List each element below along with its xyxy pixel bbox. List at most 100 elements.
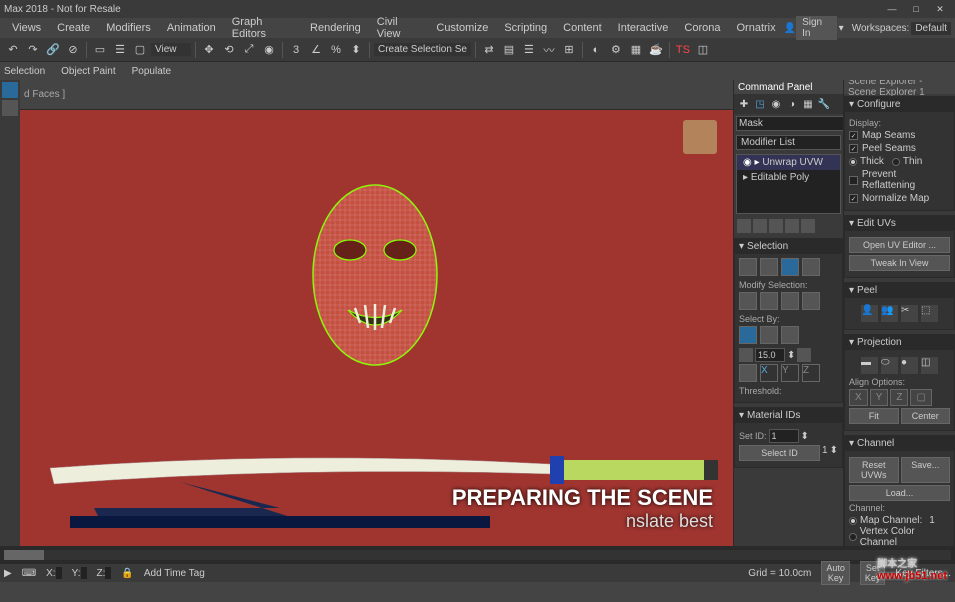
peel-icon-2[interactable]: 👥 xyxy=(881,305,898,322)
axis-y-icon[interactable]: Y xyxy=(781,364,799,382)
mapchannel-radio[interactable] xyxy=(849,517,857,525)
reset-uvw-button[interactable]: Reset UVWs xyxy=(849,457,899,483)
create-tab-icon[interactable]: ✚ xyxy=(737,97,751,111)
chevron-icon[interactable]: ▾ xyxy=(739,241,744,252)
hierarchy-tab-icon[interactable]: ◉ xyxy=(769,97,783,111)
chevron-icon[interactable]: ▾ xyxy=(849,285,854,296)
open-uv-editor-button[interactable]: Open UV Editor ... xyxy=(849,237,950,253)
peelseams-checkbox[interactable]: ✓ xyxy=(849,144,858,153)
chevron-icon[interactable]: ▾ xyxy=(849,337,854,348)
mask-mesh[interactable] xyxy=(300,180,450,380)
ts-icon[interactable]: TS xyxy=(674,41,692,59)
motion-tab-icon[interactable]: ◑ xyxy=(785,97,799,111)
mapseams-checkbox[interactable]: ✓ xyxy=(849,131,858,140)
align-y[interactable]: Y xyxy=(870,389,889,406)
align-x[interactable]: X xyxy=(849,389,868,406)
cyl-proj-icon[interactable]: ⬭ xyxy=(881,357,898,374)
tweak-in-view-button[interactable]: Tweak In View xyxy=(849,255,950,271)
rotate-icon[interactable]: ⟲ xyxy=(220,41,238,59)
display-tab-icon[interactable]: ▦ xyxy=(801,97,815,111)
spinner-arrows-icon[interactable]: ⬍ xyxy=(801,431,809,442)
save-uvw-button[interactable]: Save... xyxy=(901,457,951,483)
lock-icon[interactable]: 🔒 xyxy=(121,568,133,579)
select-region-icon[interactable]: ▢ xyxy=(131,41,149,59)
material-editor-icon[interactable]: ◐ xyxy=(587,41,605,59)
face-subobj-icon[interactable] xyxy=(781,258,799,276)
chevron-icon[interactable]: ▾ xyxy=(849,218,854,229)
axis-x-icon[interactable]: X xyxy=(760,364,778,382)
modify-tab-icon[interactable]: ◳ xyxy=(753,97,767,111)
percent-snap-icon[interactable]: % xyxy=(327,41,345,59)
planar-proj-icon[interactable]: ▬ xyxy=(861,357,878,374)
menu-customize[interactable]: Customize xyxy=(428,20,496,36)
render-icon[interactable]: ☕ xyxy=(647,41,665,59)
workspace-dropdown[interactable]: Default xyxy=(911,22,951,35)
unique-icon[interactable] xyxy=(769,219,783,233)
stack-editpoly[interactable]: ▸ Editable Poly xyxy=(737,170,840,185)
mode-objectpaint[interactable]: Object Paint xyxy=(61,66,115,77)
vertexcolor-radio[interactable] xyxy=(849,533,857,541)
ignore-bf-icon[interactable] xyxy=(739,364,757,382)
timeline[interactable] xyxy=(0,546,955,564)
point-icon[interactable] xyxy=(797,348,811,362)
play-icon[interactable]: ▶ xyxy=(4,568,12,579)
planar-select-icon[interactable] xyxy=(760,326,778,344)
normalize-checkbox[interactable]: ✓ xyxy=(849,194,858,203)
extra-icon[interactable]: ◫ xyxy=(694,41,712,59)
box-proj-icon[interactable]: ◫ xyxy=(921,357,938,374)
chevron-icon[interactable]: ▾ xyxy=(739,410,744,421)
time-thumb[interactable] xyxy=(4,550,44,560)
planar-icon[interactable] xyxy=(739,348,753,362)
schematic-icon[interactable]: ⊞ xyxy=(560,41,578,59)
chevron-icon[interactable]: ▾ xyxy=(849,99,854,110)
select-icon[interactable]: ▭ xyxy=(91,41,109,59)
element-subobj-icon[interactable] xyxy=(802,258,820,276)
stack-unwrap[interactable]: ◉ ▸ Unwrap UVW xyxy=(737,155,840,170)
angle-spinner[interactable]: 15.0 xyxy=(755,348,785,362)
align-auto[interactable]: ▢ xyxy=(910,389,931,406)
z-input[interactable] xyxy=(105,567,111,579)
thin-radio[interactable] xyxy=(892,158,900,166)
sphere-proj-icon[interactable]: ● xyxy=(901,357,918,374)
mode-selection[interactable]: Selection xyxy=(4,66,45,77)
place-icon[interactable]: ◉ xyxy=(260,41,278,59)
mapchannel-spinner[interactable]: 1 xyxy=(929,515,935,526)
chevron-icon[interactable]: ▾ xyxy=(849,438,854,449)
menu-corona[interactable]: Corona xyxy=(676,20,728,36)
peel-icon-1[interactable]: 👤 xyxy=(861,305,878,322)
configure-sets-icon[interactable] xyxy=(801,219,815,233)
viewport-canvas[interactable]: PREPARING THE SCENE nslate best xyxy=(20,110,733,546)
setid-spinner[interactable]: 1 xyxy=(769,429,799,443)
prevent-checkbox[interactable] xyxy=(849,176,858,185)
selection-set-dropdown[interactable]: Create Selection Se xyxy=(374,43,471,56)
edge-subobj-icon[interactable] xyxy=(760,258,778,276)
menu-create[interactable]: Create xyxy=(49,20,98,36)
signin-chevron-icon[interactable]: ▾ xyxy=(839,23,844,34)
menu-ornatrix[interactable]: Ornatrix xyxy=(729,20,784,36)
remove-mod-icon[interactable] xyxy=(785,219,799,233)
ring-icon[interactable] xyxy=(781,292,799,310)
modifier-stack[interactable]: ◉ ▸ Unwrap UVW ▸ Editable Poly xyxy=(736,154,841,214)
maximize-button[interactable]: □ xyxy=(905,2,927,16)
grow-icon[interactable] xyxy=(739,292,757,310)
vertex-subobj-icon[interactable] xyxy=(739,258,757,276)
utilities-tab-icon[interactable]: 🔧 xyxy=(817,97,831,111)
peel-icon-4[interactable]: ⬚ xyxy=(921,305,938,322)
menu-scripting[interactable]: Scripting xyxy=(496,20,555,36)
render-frame-icon[interactable]: ▦ xyxy=(627,41,645,59)
y-input[interactable] xyxy=(81,567,87,579)
spinner-snap-icon[interactable]: ⬍ xyxy=(347,41,365,59)
addtime-button[interactable]: Add Time Tag xyxy=(144,568,205,579)
select-name-icon[interactable]: ☰ xyxy=(111,41,129,59)
axis-z-icon[interactable]: Z xyxy=(802,364,820,382)
select-id-button[interactable]: Select ID xyxy=(739,445,820,461)
menu-modifiers[interactable]: Modifiers xyxy=(98,20,159,36)
signin-button[interactable]: Sign In xyxy=(796,16,837,40)
move-icon[interactable]: ✥ xyxy=(200,41,218,59)
center-button[interactable]: Center xyxy=(901,408,951,424)
spinner-arrows-icon[interactable]: ⬍ xyxy=(830,445,838,461)
layers-icon[interactable]: ☰ xyxy=(520,41,538,59)
view-dropdown[interactable]: View xyxy=(151,43,191,56)
link-icon[interactable]: 🔗 xyxy=(44,41,62,59)
menu-graph[interactable]: Graph Editors xyxy=(224,14,302,42)
